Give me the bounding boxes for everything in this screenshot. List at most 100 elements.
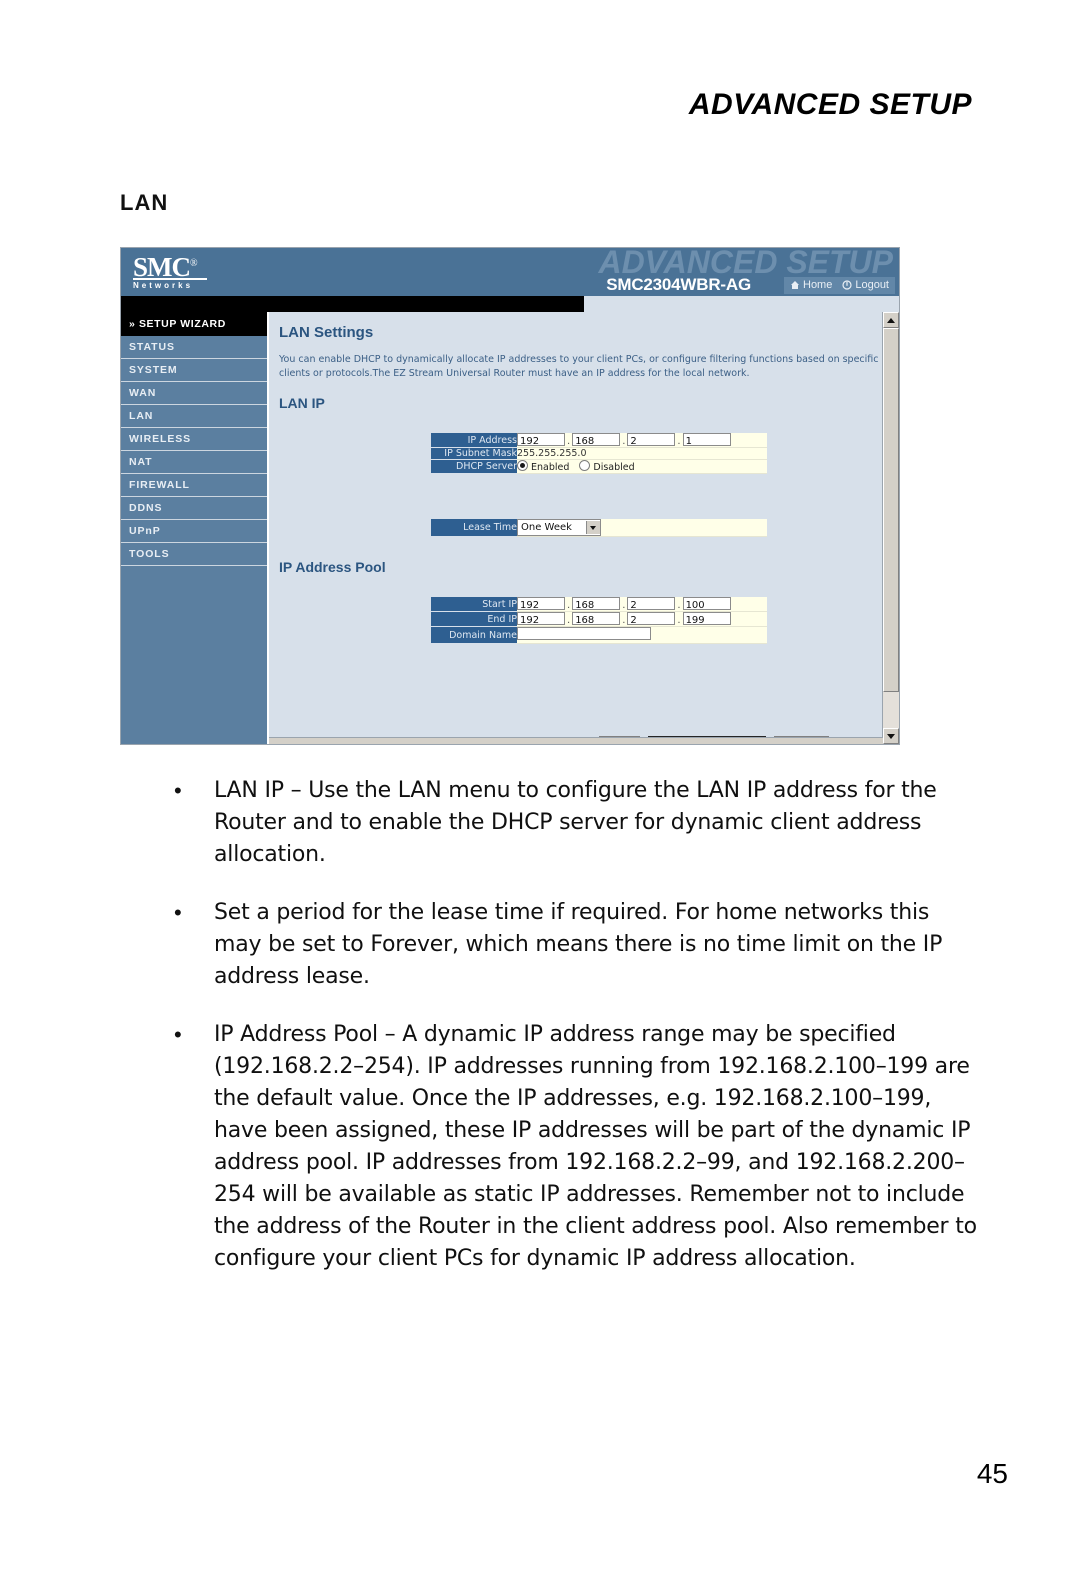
router-banner: ADVANCED SETUP SMC® Networks SMC2304WBR-… bbox=[121, 248, 899, 296]
octet-separator: . bbox=[622, 615, 626, 626]
power-icon bbox=[842, 280, 852, 290]
end-ip-octet-2[interactable]: 168 bbox=[572, 612, 621, 626]
lan-settings-heading: LAN Settings bbox=[279, 324, 374, 341]
dhcp-enabled-label: Enabled bbox=[531, 462, 570, 473]
sidebar-item-system[interactable]: SYSTEM bbox=[121, 359, 267, 382]
logo-underbar bbox=[121, 296, 584, 312]
bullet-text: LAN IP – Use the LAN menu to configure t… bbox=[214, 778, 937, 867]
chevron-down-icon bbox=[585, 521, 600, 534]
ip-subnet-mask-value: 255.255.255.0 bbox=[517, 447, 767, 460]
table-row-end-ip: End IP 192. 168. 2. 199 bbox=[431, 611, 767, 627]
ip-address-octet-1[interactable]: 192 bbox=[517, 433, 565, 447]
octet-separator: . bbox=[567, 615, 571, 626]
horizontal-scrollbar[interactable] bbox=[269, 737, 883, 744]
dhcp-disabled-radio[interactable] bbox=[579, 460, 591, 471]
domain-name-input[interactable] bbox=[517, 627, 651, 640]
lan-settings-description: You can enable DHCP to dynamically alloc… bbox=[279, 354, 879, 379]
octet-separator: . bbox=[622, 600, 626, 611]
bullet-marker: • bbox=[174, 900, 182, 925]
list-item: • LAN IP – Use the LAN menu to configure… bbox=[168, 775, 980, 871]
scroll-down-arrow-icon[interactable] bbox=[883, 728, 899, 744]
router-content-panel: LAN Settings You can enable DHCP to dyna… bbox=[267, 312, 899, 744]
page-title: ADVANCED SETUP bbox=[688, 88, 972, 121]
lease-time-table: Lease Time One Week bbox=[431, 519, 767, 537]
bullet-marker: • bbox=[174, 1022, 182, 1047]
router-nav-buttons: Home Logout bbox=[784, 277, 895, 294]
end-ip-label: End IP bbox=[431, 611, 517, 627]
bullet-text: Set a period for the lease time if requi… bbox=[214, 900, 943, 989]
domain-name-value-cell bbox=[517, 626, 767, 644]
ip-address-octet-2[interactable]: 168 bbox=[572, 433, 621, 447]
end-ip-octet-4[interactable]: 199 bbox=[682, 612, 731, 626]
start-ip-label: Start IP bbox=[431, 597, 517, 612]
bullet-marker: • bbox=[174, 778, 182, 803]
home-button[interactable]: Home bbox=[790, 279, 832, 291]
router-content-scroll-area: LAN Settings You can enable DHCP to dyna… bbox=[269, 312, 883, 744]
smc-logo: SMC® Networks bbox=[133, 251, 207, 290]
lan-ip-heading: LAN IP bbox=[279, 395, 325, 411]
ip-address-octet-4[interactable]: 1 bbox=[682, 433, 731, 447]
list-item: • IP Address Pool – A dynamic IP address… bbox=[168, 1019, 980, 1275]
scroll-up-arrow-icon[interactable] bbox=[883, 312, 899, 328]
ip-address-pool-table: Start IP 192. 168. 2. 100 End IP 192. 168. 2.… bbox=[431, 597, 767, 644]
ip-address-octet-3[interactable]: 2 bbox=[627, 433, 676, 447]
router-sidebar: » SETUP WIZARD STATUS SYSTEM WAN LAN WIR… bbox=[121, 312, 267, 744]
table-row-lease-time: Lease Time One Week bbox=[431, 519, 767, 537]
ip-subnet-mask-label: IP Subnet Mask bbox=[431, 447, 517, 460]
sidebar-item-tools[interactable]: TOOLS bbox=[121, 543, 267, 566]
model-name: SMC2304WBR-AG bbox=[606, 275, 751, 294]
dhcp-disabled-label: Disabled bbox=[593, 462, 635, 473]
registered-trademark-icon: ® bbox=[190, 258, 198, 269]
start-ip-octet-2[interactable]: 168 bbox=[572, 597, 621, 611]
sidebar-item-nat[interactable]: NAT bbox=[121, 451, 267, 474]
lease-time-select[interactable]: One Week bbox=[517, 519, 601, 536]
table-row-subnet-mask: IP Subnet Mask 255.255.255.0 bbox=[431, 447, 767, 460]
octet-separator: . bbox=[622, 436, 626, 447]
domain-name-label: Domain Name bbox=[431, 626, 517, 644]
octet-separator: . bbox=[567, 600, 571, 611]
table-row-ip-address: IP Address 192. 168. 2. 1 bbox=[431, 433, 767, 448]
octet-separator: . bbox=[677, 436, 681, 447]
lease-time-label: Lease Time bbox=[431, 519, 517, 537]
start-ip-octet-4[interactable]: 100 bbox=[682, 597, 731, 611]
router-web-ui-screenshot: ADVANCED SETUP SMC® Networks SMC2304WBR-… bbox=[120, 247, 900, 745]
sidebar-item-setup-wizard[interactable]: » SETUP WIZARD bbox=[121, 312, 267, 336]
dhcp-enabled-radio[interactable] bbox=[517, 460, 528, 471]
vertical-scrollbar[interactable] bbox=[882, 312, 899, 744]
sidebar-item-wan[interactable]: WAN bbox=[121, 382, 267, 405]
lease-time-selected-value: One Week bbox=[521, 522, 572, 533]
sidebar-item-lan[interactable]: LAN bbox=[121, 405, 267, 428]
table-row-start-ip: Start IP 192. 168. 2. 100 bbox=[431, 597, 767, 612]
octet-separator: . bbox=[677, 600, 681, 611]
page-number: 45 bbox=[976, 1458, 1008, 1489]
list-item: • Set a period for the lease time if req… bbox=[168, 897, 980, 993]
end-ip-value-cell: 192. 168. 2. 199 bbox=[517, 611, 767, 627]
lease-time-value-cell: One Week bbox=[517, 519, 767, 537]
logo-text: SMC bbox=[133, 252, 191, 282]
start-ip-octet-1[interactable]: 192 bbox=[517, 597, 565, 611]
table-row-dhcp-server: DHCP Server Enabled Disabled bbox=[431, 459, 767, 474]
sidebar-item-status[interactable]: STATUS bbox=[121, 336, 267, 359]
home-icon bbox=[790, 280, 800, 290]
section-heading: LAN bbox=[120, 190, 169, 215]
sidebar-item-upnp[interactable]: UPnP bbox=[121, 520, 267, 543]
logout-button[interactable]: Logout bbox=[842, 279, 889, 291]
bullet-list: • LAN IP – Use the LAN menu to configure… bbox=[168, 775, 980, 1301]
sidebar-item-wireless[interactable]: WIRELESS bbox=[121, 428, 267, 451]
start-ip-value-cell: 192. 168. 2. 100 bbox=[517, 597, 767, 612]
table-row-domain-name: Domain Name bbox=[431, 626, 767, 644]
logout-label: Logout bbox=[855, 279, 889, 291]
ip-address-label: IP Address bbox=[431, 433, 517, 448]
end-ip-octet-3[interactable]: 2 bbox=[627, 612, 676, 626]
home-label: Home bbox=[803, 279, 833, 291]
octet-separator: . bbox=[677, 615, 681, 626]
scrollbar-thumb[interactable] bbox=[883, 328, 899, 692]
dhcp-server-label: DHCP Server bbox=[431, 459, 517, 474]
ip-address-value-cell: 192. 168. 2. 1 bbox=[517, 433, 767, 448]
sidebar-item-ddns[interactable]: DDNS bbox=[121, 497, 267, 520]
sidebar-item-firewall[interactable]: FIREWALL bbox=[121, 474, 267, 497]
lan-ip-table: IP Address 192. 168. 2. 1 IP Subnet Mask 25… bbox=[431, 433, 767, 474]
end-ip-octet-1[interactable]: 192 bbox=[517, 612, 565, 626]
dhcp-server-value-cell: Enabled Disabled bbox=[517, 459, 767, 474]
start-ip-octet-3[interactable]: 2 bbox=[627, 597, 676, 611]
